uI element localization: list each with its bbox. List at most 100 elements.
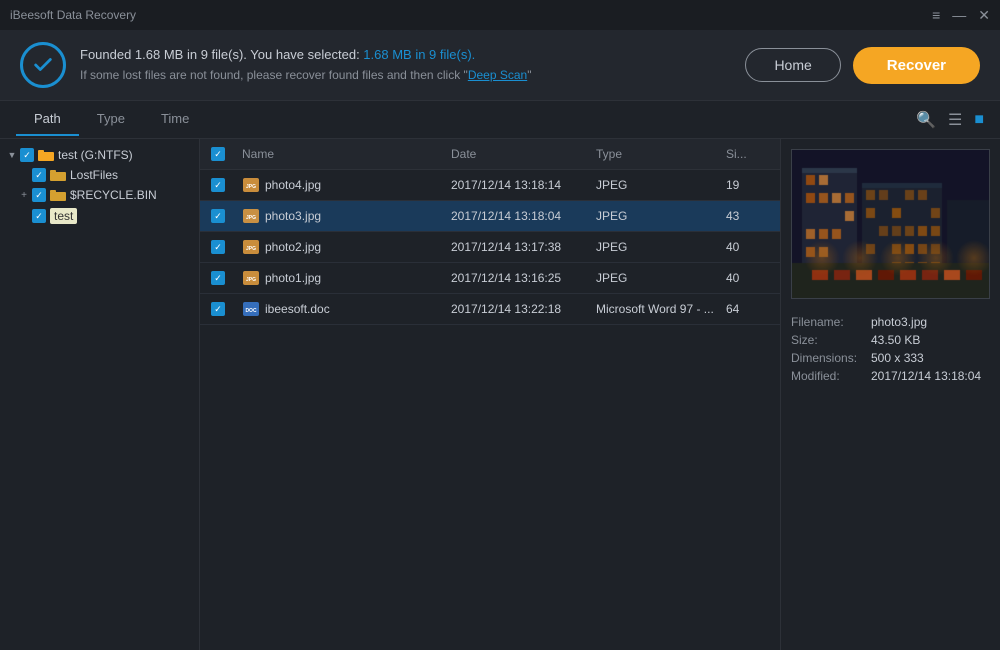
preview-image	[791, 149, 990, 299]
checkbox-test[interactable]: ✓	[32, 209, 46, 223]
folder-icon-root	[38, 149, 54, 161]
doc-icon: DOC	[242, 301, 260, 317]
menu-button[interactable]: ≡	[932, 7, 940, 23]
file-type-f2: JPEG	[590, 207, 720, 225]
tree-label-root: test (G:NTFS)	[58, 148, 133, 162]
tabs-right: 🔍 ☰ ■	[916, 110, 984, 130]
search-icon[interactable]: 🔍	[916, 110, 936, 130]
file-row[interactable]: ✓ JPG photo1.jpg 2017/12/14 13:16:25 JPE…	[200, 263, 780, 294]
info-size: Size: 43.50 KB	[791, 333, 990, 347]
tabs-bar: Path Type Time 🔍 ☰ ■	[0, 101, 1000, 139]
svg-text:JPG: JPG	[246, 246, 256, 252]
modified-label: Modified:	[791, 369, 871, 383]
close-button[interactable]: ✕	[978, 7, 990, 24]
file-row[interactable]: ✓ DOC ibeesoft.doc 2017/12/14 13:22:18 M…	[200, 294, 780, 325]
header-info: Founded 1.68 MB in 9 file(s). You have s…	[20, 42, 531, 88]
tabs-left: Path Type Time	[16, 103, 207, 136]
filename-label: Filename:	[791, 315, 871, 329]
expand-icon-root: ▼	[6, 149, 18, 161]
col-header-size: Si...	[720, 145, 780, 163]
filename-value: photo3.jpg	[871, 315, 927, 329]
file-date-f3: 2017/12/14 13:17:38	[445, 238, 590, 256]
status-icon	[20, 42, 66, 88]
file-name-f5: DOC ibeesoft.doc	[236, 299, 445, 319]
col-header-date: Date	[445, 145, 590, 163]
file-size-f5: 64	[720, 300, 780, 318]
file-name-f2: JPG photo3.jpg	[236, 206, 445, 226]
file-date-f2: 2017/12/14 13:18:04	[445, 207, 590, 225]
checkbox-root[interactable]: ✓	[20, 148, 34, 162]
row-checkbox-f1[interactable]: ✓	[200, 178, 236, 192]
svg-text:JPG: JPG	[246, 215, 256, 221]
checkbox-lostfiles[interactable]: ✓	[32, 168, 46, 182]
info-filename: Filename: photo3.jpg	[791, 315, 990, 329]
file-list: ✓ Name Date Type Si... ✓ JPG photo4.jpg …	[200, 139, 780, 650]
file-row[interactable]: ✓ JPG photo2.jpg 2017/12/14 13:17:38 JPE…	[200, 232, 780, 263]
deep-scan-link[interactable]: Deep Scan	[468, 68, 527, 82]
minimize-button[interactable]: —	[952, 7, 966, 23]
size-label: Size:	[791, 333, 871, 347]
header: Founded 1.68 MB in 9 file(s). You have s…	[0, 30, 1000, 101]
file-size-f2: 43	[720, 207, 780, 225]
window-controls: ≡ — ✕	[932, 7, 990, 24]
file-size-f1: 19	[720, 176, 780, 194]
tab-type[interactable]: Type	[79, 103, 143, 136]
scan-result-line2: If some lost files are not found, please…	[80, 66, 531, 85]
file-type-f3: JPEG	[590, 238, 720, 256]
preview-canvas	[792, 150, 990, 298]
size-value: 43.50 KB	[871, 333, 920, 347]
dimensions-value: 500 x 333	[871, 351, 924, 365]
tab-time[interactable]: Time	[143, 103, 207, 136]
dimensions-label: Dimensions:	[791, 351, 871, 365]
info-modified: Modified: 2017/12/14 13:18:04	[791, 369, 990, 383]
jpg-icon: JPG	[242, 177, 260, 193]
header-checkbox[interactable]: ✓	[211, 147, 225, 161]
row-checkbox-f2[interactable]: ✓	[200, 209, 236, 223]
file-date-f5: 2017/12/14 13:22:18	[445, 300, 590, 318]
col-header-check: ✓	[200, 145, 236, 163]
tab-path[interactable]: Path	[16, 103, 79, 136]
modified-value: 2017/12/14 13:18:04	[871, 369, 981, 383]
folder-icon-lostfiles	[50, 169, 66, 181]
svg-text:DOC: DOC	[245, 308, 257, 314]
col-header-type: Type	[590, 145, 720, 163]
grid-icon[interactable]: ■	[974, 111, 984, 129]
file-name-f4: JPG photo1.jpg	[236, 268, 445, 288]
tree-item-root[interactable]: ▼ ✓ test (G:NTFS)	[0, 145, 199, 165]
jpg-icon: JPG	[242, 239, 260, 255]
preview-info: Filename: photo3.jpg Size: 43.50 KB Dime…	[781, 299, 1000, 397]
file-size-f4: 40	[720, 269, 780, 287]
jpg-icon: JPG	[242, 208, 260, 224]
recover-button[interactable]: Recover	[853, 47, 980, 84]
tree-item-recycle[interactable]: + ✓ $RECYCLE.BIN	[0, 185, 199, 205]
file-name-f1: JPG photo4.jpg	[236, 175, 445, 195]
tree-item-test[interactable]: ✓ test	[0, 205, 199, 227]
jpg-icon: JPG	[242, 270, 260, 286]
expand-icon-lostfiles	[18, 169, 30, 181]
file-row[interactable]: ✓ JPG photo3.jpg 2017/12/14 13:18:04 JPE…	[200, 201, 780, 232]
expand-icon-test	[18, 210, 30, 222]
main-area: ▼ ✓ test (G:NTFS) ✓ LostFiles + ✓	[0, 139, 1000, 650]
scan-result-line1: Founded 1.68 MB in 9 file(s). You have s…	[80, 45, 531, 66]
file-type-f1: JPEG	[590, 176, 720, 194]
file-size-f3: 40	[720, 238, 780, 256]
svg-text:JPG: JPG	[246, 277, 256, 283]
tree-item-lostfiles[interactable]: ✓ LostFiles	[0, 165, 199, 185]
checkbox-recycle[interactable]: ✓	[32, 188, 46, 202]
filelist-header: ✓ Name Date Type Si...	[200, 139, 780, 170]
col-header-name: Name	[236, 145, 445, 163]
row-checkbox-f3[interactable]: ✓	[200, 240, 236, 254]
row-checkbox-f4[interactable]: ✓	[200, 271, 236, 285]
folder-tree: ▼ ✓ test (G:NTFS) ✓ LostFiles + ✓	[0, 139, 200, 650]
home-button[interactable]: Home	[745, 48, 840, 82]
tree-label-lostfiles: LostFiles	[70, 168, 118, 182]
file-row[interactable]: ✓ JPG photo4.jpg 2017/12/14 13:18:14 JPE…	[200, 170, 780, 201]
list-icon[interactable]: ☰	[948, 110, 962, 130]
folder-icon-recycle	[50, 189, 66, 201]
file-type-f5: Microsoft Word 97 - ...	[590, 300, 720, 318]
file-type-f4: JPEG	[590, 269, 720, 287]
header-actions: Home Recover	[745, 47, 980, 84]
info-dimensions: Dimensions: 500 x 333	[791, 351, 990, 365]
row-checkbox-f5[interactable]: ✓	[200, 302, 236, 316]
preview-panel: Filename: photo3.jpg Size: 43.50 KB Dime…	[780, 139, 1000, 650]
